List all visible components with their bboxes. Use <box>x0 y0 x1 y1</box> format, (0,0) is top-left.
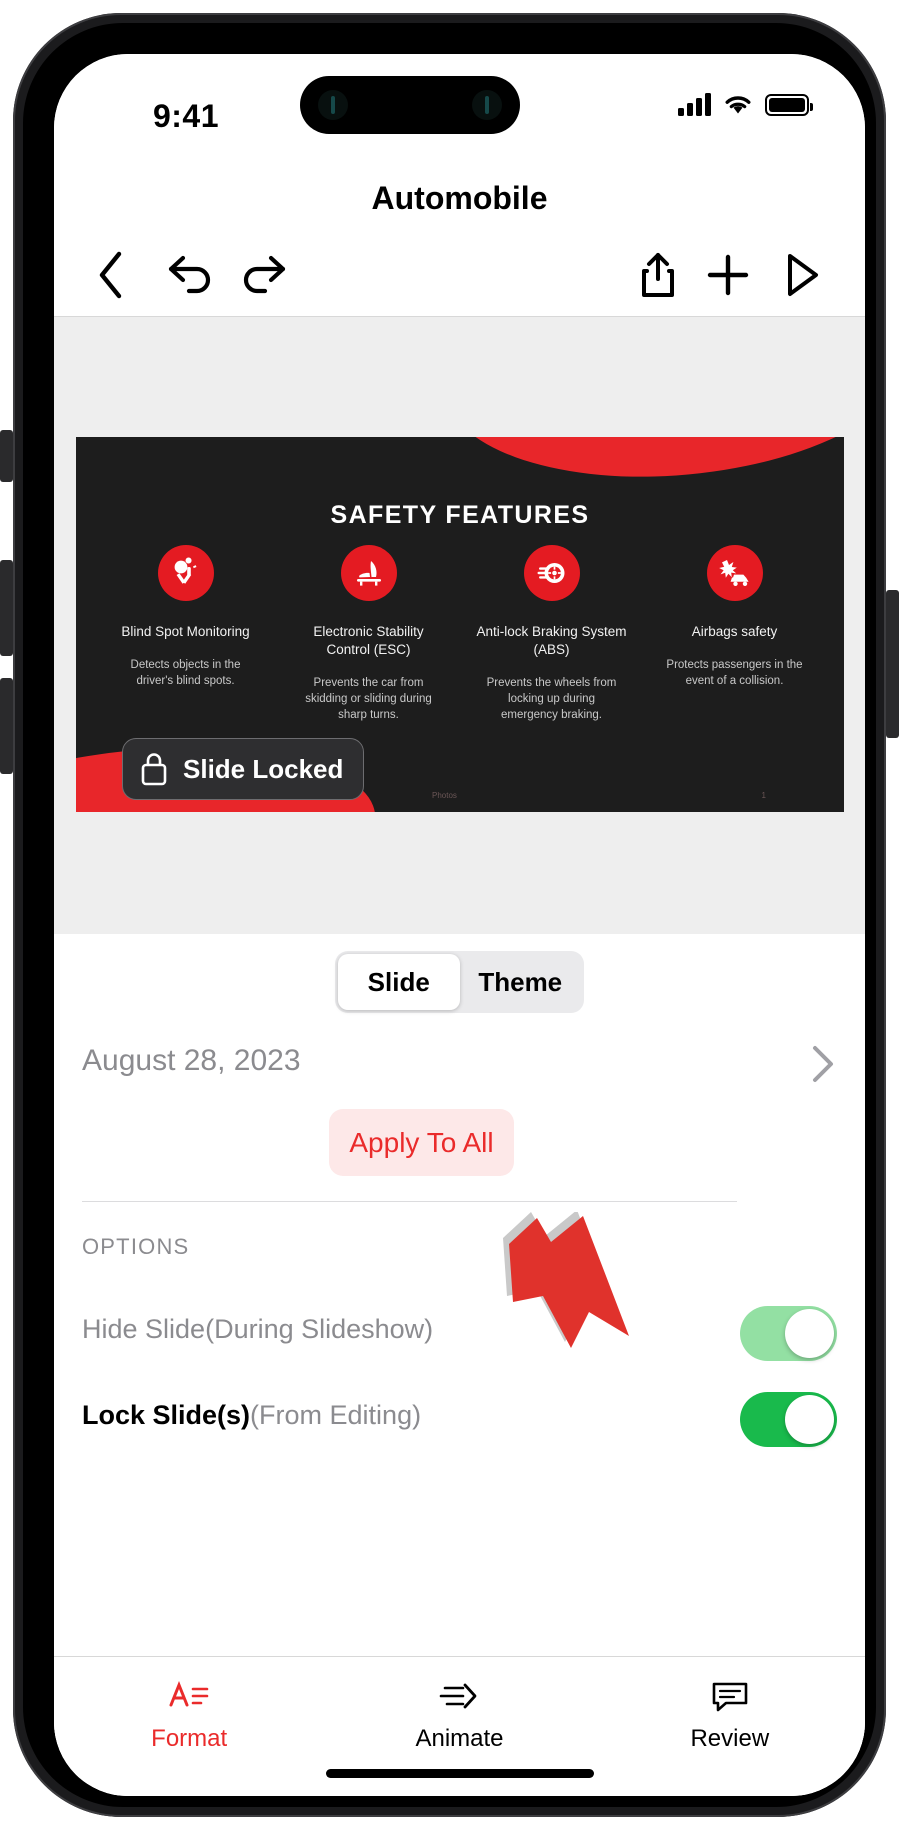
chevron-right-icon <box>813 1046 833 1082</box>
bottom-tab-bar: Format Animate Review <box>54 1656 865 1796</box>
slide-footer-right: 1 <box>761 791 766 800</box>
hide-slide-label-main: Hide Slide <box>82 1314 206 1344</box>
car-crash-airbag-icon <box>706 545 763 601</box>
redo-arrow-icon <box>243 255 286 294</box>
undo-arrow-icon <box>168 255 211 294</box>
hide-slide-toggle[interactable] <box>740 1306 837 1361</box>
face-id-sensor-icon <box>472 90 502 120</box>
dynamic-island <box>300 76 520 134</box>
volume-up-button[interactable] <box>0 560 13 656</box>
tab-slide[interactable]: Slide <box>338 954 460 1010</box>
apply-to-all-label: Apply To All <box>349 1126 494 1158</box>
lock-slide-label-main: Lock Slide(s) <box>82 1400 251 1430</box>
transition-date-row[interactable]: August 28, 2023 <box>54 1028 865 1106</box>
tab-format[interactable]: Format <box>54 1657 324 1796</box>
lock-slide-row[interactable]: Lock Slide(s)(From Editing) <box>54 1376 865 1462</box>
lock-slide-label: Lock Slide(s)(From Editing) <box>82 1400 421 1431</box>
redo-button[interactable] <box>234 246 292 304</box>
slide-canvas[interactable]: SAFETY FEATURES Blind Spot Monitoring De… <box>54 317 865 934</box>
airbag-person-icon <box>157 545 214 601</box>
feature-description: Prevents the wheels from locking up duri… <box>486 676 617 722</box>
slide-heading: SAFETY FEATURES <box>330 501 590 529</box>
document-toolbar <box>54 232 865 317</box>
feature-description: Protects passengers in the event of a co… <box>666 658 803 688</box>
feature-title: Airbags safety <box>691 624 778 639</box>
feature-description: Prevents the car from skidding or slidin… <box>305 676 432 722</box>
comment-bubble-icon <box>712 1682 748 1712</box>
feature-title: Electronic Stability Control (ESC) <box>313 624 424 657</box>
power-button[interactable] <box>886 590 899 738</box>
page-title: Automobile <box>371 180 548 216</box>
hide-slide-label-sub: (During Slideshow) <box>205 1314 434 1344</box>
undo-button[interactable] <box>162 246 220 304</box>
tab-review-label: Review <box>690 1725 770 1752</box>
play-button[interactable] <box>773 246 831 304</box>
feature-item: Anti-lock Braking System (ABS) Prevents … <box>460 545 643 724</box>
phone-screen: 9:41 Automobile SAFETY FEATURES Blind Sp… <box>54 54 865 1796</box>
feature-item: Blind Spot Monitoring Detects objects in… <box>94 545 277 724</box>
feature-title: Blind Spot Monitoring <box>121 624 250 639</box>
toggle-knob <box>785 1395 834 1444</box>
feature-title: Anti-lock Braking System (ABS) <box>476 624 627 657</box>
hide-slide-row[interactable]: Hide Slide(During Slideshow) <box>54 1290 865 1376</box>
toggle-knob <box>785 1309 834 1358</box>
apply-to-all-button[interactable]: Apply To All <box>329 1109 514 1176</box>
feature-item: Electronic Stability Control (ESC) Preve… <box>277 545 460 724</box>
feature-list: Blind Spot Monitoring Detects objects in… <box>94 545 826 724</box>
add-button[interactable] <box>699 246 757 304</box>
format-text-icon <box>169 1680 209 1707</box>
slide-footer-left: Photos <box>432 791 457 800</box>
silent-switch-button[interactable] <box>0 430 13 482</box>
tab-format-label: Format <box>151 1725 228 1752</box>
chevron-left-icon <box>99 251 122 299</box>
status-bar: 9:41 <box>54 54 865 146</box>
status-time: 9:41 <box>152 98 220 134</box>
battery-full-icon <box>765 94 813 116</box>
share-icon <box>642 253 674 297</box>
play-triangle-icon <box>788 254 818 296</box>
cellular-bars-icon <box>678 93 711 116</box>
phone-bezel: 9:41 Automobile SAFETY FEATURES Blind Sp… <box>23 23 876 1807</box>
tab-animate-label: Animate <box>415 1725 504 1752</box>
brake-disc-icon <box>523 545 580 601</box>
car-seat-stability-icon <box>340 545 397 601</box>
section-divider <box>82 1201 737 1202</box>
tab-theme[interactable]: Theme <box>460 954 582 1010</box>
status-badge-label: Slide Locked <box>183 753 344 784</box>
status-badge: Slide Locked <box>122 738 365 800</box>
transition-date-label: August 28, 2023 <box>82 1044 301 1077</box>
wifi-icon <box>725 96 751 114</box>
phone-frame: 9:41 Automobile SAFETY FEATURES Blind Sp… <box>13 13 886 1817</box>
feature-item: Airbags safety Protects passengers in th… <box>643 545 826 724</box>
status-indicators <box>678 93 813 116</box>
inspector-segmented-control[interactable]: Slide Theme <box>335 951 584 1013</box>
screenshot-root: 9:41 Automobile SAFETY FEATURES Blind Sp… <box>0 0 899 1830</box>
back-button[interactable] <box>82 246 140 304</box>
lock-slide-label-sub: (From Editing) <box>250 1400 422 1430</box>
hide-slide-label: Hide Slide(During Slideshow) <box>82 1314 433 1345</box>
lock-slide-toggle[interactable] <box>740 1392 837 1447</box>
feature-description: Detects objects in the driver's blind sp… <box>130 658 241 688</box>
options-section-title: OPTIONS <box>82 1234 190 1259</box>
share-button[interactable] <box>629 246 687 304</box>
home-indicator[interactable] <box>325 1769 594 1778</box>
plus-icon <box>707 254 749 296</box>
front-camera-icon <box>318 90 348 120</box>
lock-icon <box>141 753 167 786</box>
tab-review[interactable]: Review <box>595 1657 865 1796</box>
volume-down-button[interactable] <box>0 678 13 774</box>
inspector-panel: Slide Theme August 28, 2023 Apply To All… <box>54 934 865 1796</box>
animate-arrow-icon <box>440 1683 477 1709</box>
slide-decoration-top <box>437 437 844 492</box>
